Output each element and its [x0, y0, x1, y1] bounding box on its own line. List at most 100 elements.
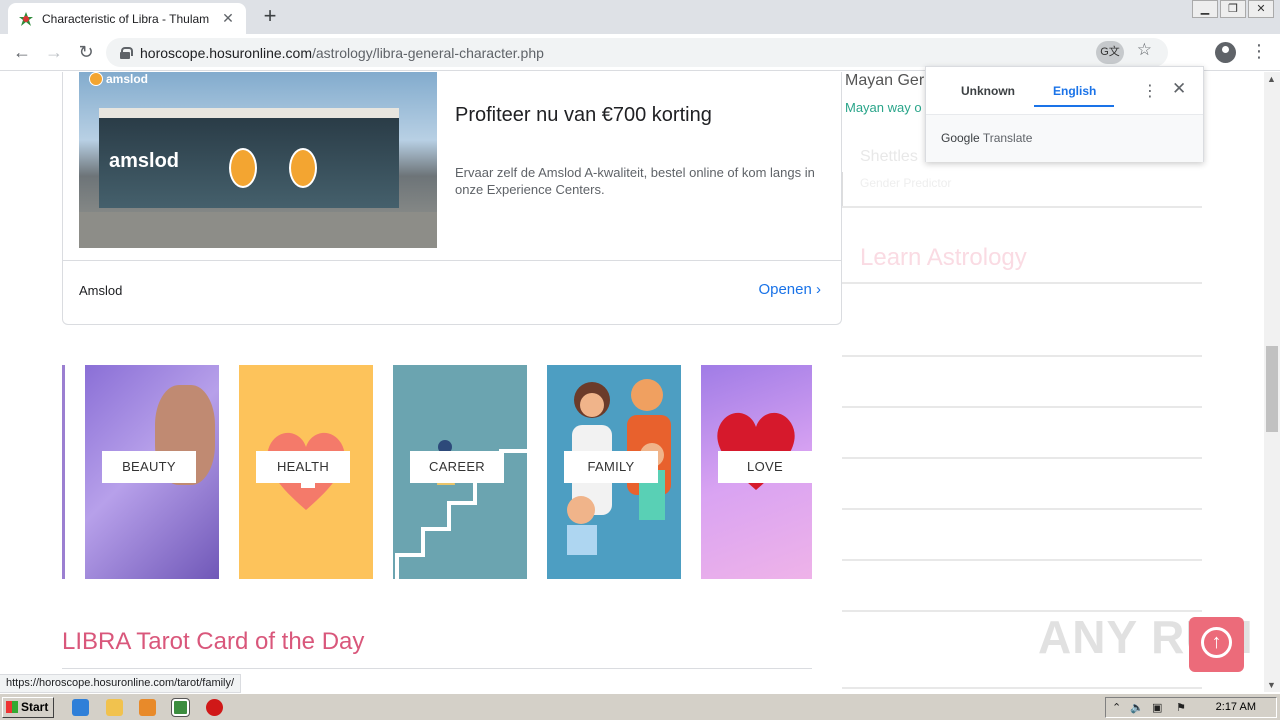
- taskbar: Start ⌃ 🔈 ▣ ⚑ 2:17 AM: [0, 693, 1280, 720]
- category-label[interactable]: HEALTH: [256, 451, 350, 483]
- sidebar-rule: [842, 406, 1202, 408]
- window-close-button[interactable]: ✕: [1248, 0, 1274, 18]
- flag-icon[interactable]: ⚑: [1176, 701, 1186, 714]
- category-carousel: BEAUTY HEALTH CAREER FAMILY LOVE: [62, 365, 812, 579]
- scroll-up-icon[interactable]: ▲: [1267, 74, 1276, 84]
- advertisement[interactable]: amslod amslod Profiteer nu van €700 kort…: [62, 72, 842, 325]
- category-label[interactable]: LOVE: [718, 451, 812, 483]
- tarot-heading: LIBRA Tarot Card of the Day: [62, 628, 365, 655]
- restore-button[interactable]: ❐: [1220, 0, 1246, 18]
- translate-close-icon[interactable]: ✕: [1172, 79, 1186, 99]
- url-text: horoscope.hosuronline.com/astrology/libr…: [140, 45, 544, 61]
- sidebar-rule: [842, 206, 1202, 208]
- page-scrollbar[interactable]: ▲ ▼: [1264, 72, 1280, 692]
- sidebar-item-shettles-sub[interactable]: Gender Predictor: [860, 176, 951, 190]
- ad-building-brand: amslod: [109, 150, 180, 172]
- category-card-family[interactable]: FAMILY: [547, 365, 681, 579]
- category-card-beauty[interactable]: BEAUTY: [85, 365, 219, 579]
- sidebar-item-mayan-title[interactable]: Mayan Ger: [845, 72, 924, 90]
- sidebar-rule: [842, 508, 1202, 510]
- brand-translate: Translate: [982, 131, 1033, 145]
- sidebar-rule: [842, 355, 1202, 357]
- reload-button[interactable]: ↻: [74, 41, 98, 65]
- start-label: Start: [21, 700, 49, 714]
- clock[interactable]: 2:17 AM: [1216, 701, 1256, 713]
- translate-footer: Google Translate: [926, 115, 1203, 162]
- browser-tabbar: Characteristic of Libra - Thulam ✕ + ▁ ❐…: [0, 0, 1280, 34]
- sidebar-rule: [842, 687, 1202, 689]
- ad-image[interactable]: amslod amslod: [79, 72, 437, 248]
- ad-advertiser[interactable]: Amslod: [79, 283, 122, 298]
- ad-ground: [79, 212, 437, 248]
- lock-icon: [120, 46, 133, 59]
- sidebar: Mayan Ger Mayan way o Shettles Gender Pr…: [842, 72, 1202, 692]
- chrome-icon[interactable]: [171, 698, 190, 717]
- category-card-love[interactable]: LOVE: [701, 365, 812, 579]
- google-translate-brand: Google Translate: [941, 131, 1032, 145]
- category-label[interactable]: BEAUTY: [102, 451, 196, 483]
- category-card-career[interactable]: CAREER: [393, 365, 527, 579]
- translate-popup: Unknown English ⋮ ✕ Google Translate: [925, 66, 1204, 162]
- translate-tab-target[interactable]: English: [1053, 84, 1096, 98]
- ad-logo-text: amslod: [106, 72, 149, 86]
- url-host: horoscope.hosuronline.com: [140, 44, 312, 61]
- link-status-bar: https://horoscope.hosuronline.com/tarot/…: [0, 674, 242, 693]
- sidebar-item-mayan-sub[interactable]: Mayan way o: [845, 100, 922, 115]
- translate-tabs: Unknown English ⋮ ✕: [926, 67, 1203, 115]
- volume-icon[interactable]: 🔈: [1130, 701, 1144, 714]
- arrow-up-icon: ↑: [1201, 627, 1232, 658]
- amslod-logo-icon: [89, 72, 103, 86]
- career-stairs-image: [395, 440, 527, 579]
- system-tray: ⌃ 🔈 ▣ ⚑ 2:17 AM: [1105, 697, 1277, 718]
- category-label[interactable]: FAMILY: [564, 451, 658, 483]
- sidebar-item-shettles-title[interactable]: Shettles: [860, 148, 918, 166]
- stop-app-icon[interactable]: [206, 699, 223, 716]
- brand-google: Google: [941, 131, 980, 145]
- tab-title: Characteristic of Libra - Thulam: [42, 11, 210, 26]
- scroll-down-icon[interactable]: ▼: [1267, 680, 1276, 690]
- tab-close-icon[interactable]: ✕: [220, 10, 236, 27]
- address-bar[interactable]: horoscope.hosuronline.com/astrology/libr…: [106, 38, 1168, 67]
- network-icon[interactable]: ▣: [1152, 701, 1162, 714]
- forward-button[interactable]: →: [42, 41, 66, 65]
- ad-open-link[interactable]: Openen ›: [758, 281, 821, 298]
- translate-tab-source[interactable]: Unknown: [961, 84, 1015, 98]
- new-tab-button[interactable]: +: [258, 5, 282, 29]
- sidebar-rule: [842, 457, 1202, 459]
- ad-description: Ervaar zelf de Amslod A-kwaliteit, beste…: [455, 165, 815, 197]
- ie-icon[interactable]: [72, 699, 89, 716]
- site-favicon-icon: [18, 11, 34, 27]
- back-button[interactable]: ←: [10, 41, 34, 65]
- page-viewport: amslod amslod Profiteer nu van €700 kort…: [0, 72, 1264, 692]
- translate-more-icon[interactable]: ⋮: [1142, 81, 1158, 101]
- ad-logo-circle: [229, 148, 257, 188]
- learn-astrology-heading: Learn Astrology: [860, 244, 1027, 271]
- tarot-divider: [62, 668, 812, 669]
- category-card-health[interactable]: HEALTH: [239, 365, 373, 579]
- explorer-folder-icon[interactable]: [106, 699, 123, 716]
- tray-expand-icon[interactable]: ⌃: [1112, 701, 1121, 714]
- url-path: /astrology/libra-general-character.php: [312, 44, 544, 61]
- windows-logo-icon: [6, 701, 18, 713]
- translate-icon[interactable]: G文: [1096, 41, 1124, 64]
- media-player-icon[interactable]: [139, 699, 156, 716]
- scroll-to-top-button[interactable]: ↑: [1189, 617, 1244, 672]
- ad-logo: amslod: [89, 72, 148, 86]
- ad-logo-circle: [289, 148, 317, 188]
- translate-active-underline: [1034, 105, 1114, 107]
- browser-tab[interactable]: Characteristic of Libra - Thulam ✕: [8, 3, 246, 34]
- carousel-edge-card[interactable]: [62, 365, 65, 579]
- bookmark-star-icon[interactable]: ☆: [1137, 40, 1152, 60]
- scroll-thumb[interactable]: [1266, 346, 1278, 432]
- ad-headline[interactable]: Profiteer nu van €700 korting: [455, 104, 712, 127]
- sidebar-rule: [842, 559, 1202, 561]
- account-avatar-icon[interactable]: [1215, 42, 1236, 63]
- category-label[interactable]: CAREER: [410, 451, 504, 483]
- window-controls: ▁ ❐ ✕: [1192, 0, 1274, 18]
- ad-footer: Amslod Openen ›: [63, 260, 841, 321]
- sidebar-divider: [842, 172, 843, 208]
- sidebar-rule: [842, 282, 1202, 284]
- start-button[interactable]: Start: [2, 697, 54, 718]
- browser-menu-icon[interactable]: ⋮: [1250, 41, 1268, 62]
- minimize-button[interactable]: ▁: [1192, 0, 1218, 18]
